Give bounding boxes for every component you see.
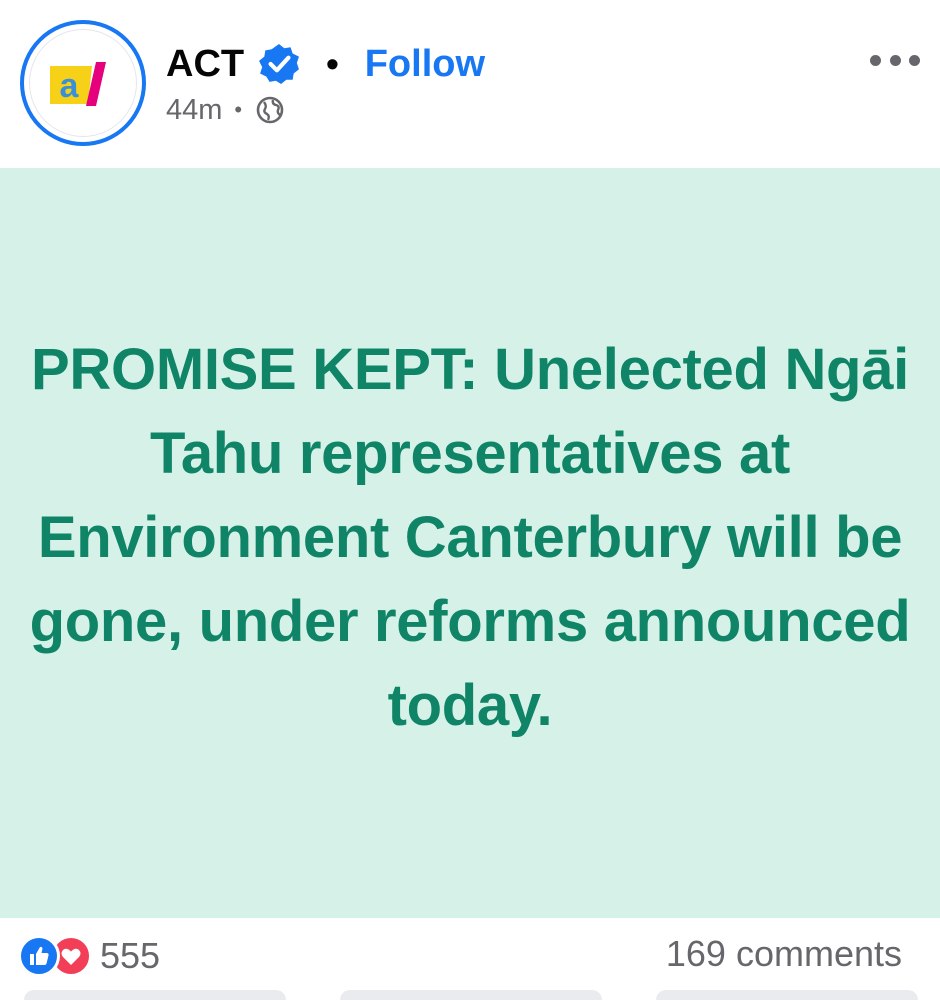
page-name[interactable]: ACT xyxy=(166,45,244,83)
more-dot xyxy=(889,54,901,66)
comment-action-button[interactable] xyxy=(340,990,602,1000)
share-action-button[interactable] xyxy=(656,990,918,1000)
name-follow-separator: • xyxy=(326,43,339,84)
post-text-card[interactable]: PROMISE KEPT: Unelected Ngāi Tahu repres… xyxy=(0,168,940,918)
post-body-text: PROMISE KEPT: Unelected Ngāi Tahu repres… xyxy=(29,337,911,738)
like-icon xyxy=(18,935,60,977)
reaction-count: 555 xyxy=(100,935,161,976)
post-footer: 555 169 comments xyxy=(0,918,940,1000)
like-action-button[interactable] xyxy=(24,990,286,1000)
avatar-logo-frame: a xyxy=(30,30,136,136)
verified-badge-icon xyxy=(259,44,300,84)
globe-icon[interactable] xyxy=(254,94,286,126)
author-row: ACT • Follow xyxy=(166,36,485,92)
meta-separator: • xyxy=(234,97,243,122)
reactions-summary[interactable]: 555 xyxy=(18,934,160,978)
page-avatar[interactable]: a xyxy=(20,20,146,146)
more-options-icon[interactable] xyxy=(870,48,920,72)
more-dot xyxy=(870,54,881,66)
act-logo: a xyxy=(50,62,106,106)
svg-text:a: a xyxy=(60,67,80,105)
more-dot xyxy=(909,54,920,66)
post-timestamp[interactable]: 44m xyxy=(166,95,222,125)
post-meta: 44m • xyxy=(166,92,286,128)
post-header: a ACT • Follow 44m • xyxy=(0,0,940,168)
comments-count-link[interactable]: 169 comments xyxy=(666,936,902,972)
action-bar-partial xyxy=(0,990,940,1000)
follow-button[interactable]: Follow xyxy=(365,45,485,83)
